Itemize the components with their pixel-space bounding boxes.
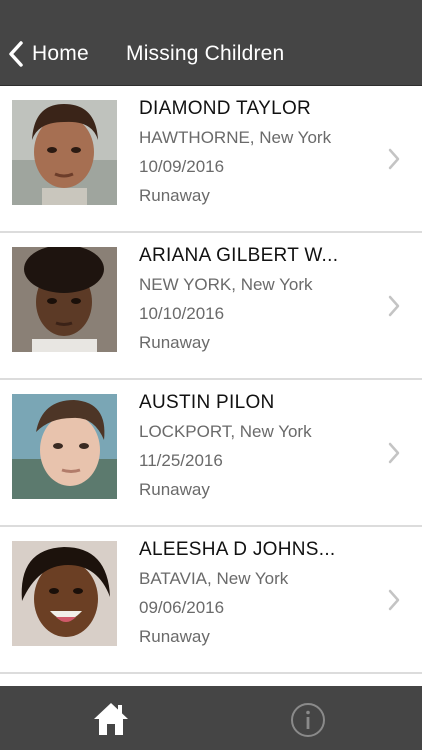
list-item[interactable]: AUSTIN PILON LOCKPORT, New York 11/25/20… — [0, 380, 422, 527]
case-type: Runaway — [139, 186, 210, 205]
child-location: LOCKPORT, New York — [139, 422, 312, 441]
child-name: DIAMOND TAYLOR — [139, 98, 312, 119]
chevron-right-icon — [388, 295, 400, 322]
list-item[interactable]: ARIANA GILBERT W... NEW YORK, New York 1… — [0, 233, 422, 380]
child-photo — [12, 247, 117, 352]
missing-date: 10/09/2016 — [139, 157, 225, 176]
list-item[interactable]: DIAMOND TAYLOR HAWTHORNE, New York 10/09… — [0, 86, 422, 233]
chevron-left-icon — [8, 40, 24, 68]
child-location: HAWTHORNE, New York — [139, 128, 332, 147]
missing-date: 11/25/2016 — [139, 451, 223, 470]
navigation-bar: Home Missing Children — [0, 0, 422, 86]
case-type: Runaway — [139, 480, 210, 499]
chevron-right-icon — [388, 589, 400, 616]
child-name: ALEESHA D JOHNS... — [139, 539, 336, 560]
child-name: ARIANA GILBERT W... — [139, 245, 339, 266]
case-type: Runaway — [139, 627, 210, 646]
missing-date: 09/06/2016 — [139, 598, 225, 617]
missing-date: 10/10/2016 — [139, 304, 225, 323]
list-item[interactable]: ALEESHA D JOHNS... BATAVIA, New York 09/… — [0, 527, 422, 674]
chevron-right-icon — [388, 148, 400, 175]
child-location: NEW YORK, New York — [139, 275, 313, 294]
back-button-label: Home — [32, 42, 89, 65]
child-name: AUSTIN PILON — [139, 392, 275, 413]
info-icon[interactable] — [290, 702, 326, 738]
back-button[interactable]: Home — [8, 34, 89, 74]
page-title: Missing Children — [126, 42, 285, 65]
case-type: Runaway — [139, 333, 210, 352]
tab-bar — [0, 686, 422, 750]
home-icon[interactable] — [92, 700, 130, 738]
child-photo — [12, 394, 117, 499]
child-photo — [12, 100, 117, 205]
child-photo — [12, 541, 117, 646]
app-screen: Home Missing Children DIAMOND TAYLOR HAW… — [0, 0, 422, 750]
chevron-right-icon — [388, 442, 400, 469]
missing-children-list: DIAMOND TAYLOR HAWTHORNE, New York 10/09… — [0, 86, 422, 686]
child-location: BATAVIA, New York — [139, 569, 289, 588]
